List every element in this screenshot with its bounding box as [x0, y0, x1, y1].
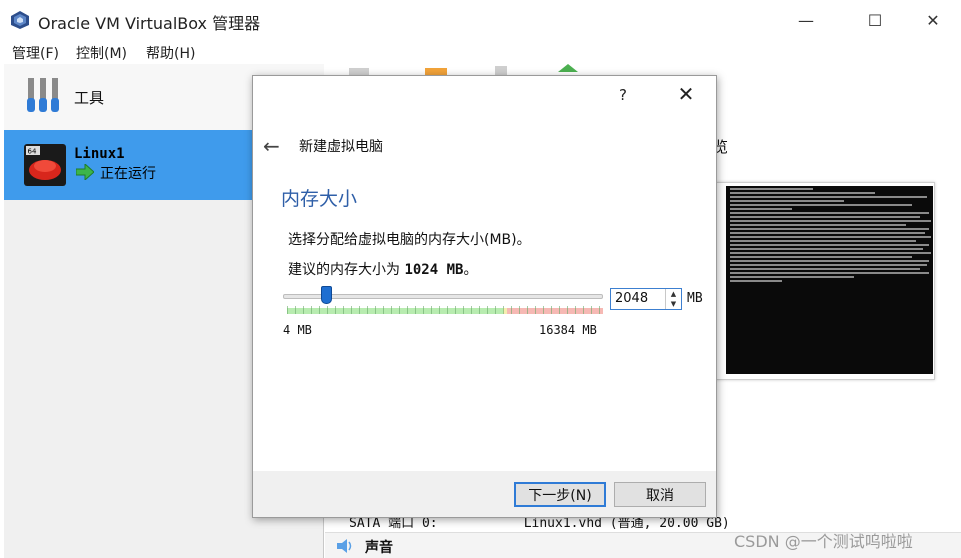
linux-os-icon: 64: [24, 144, 66, 186]
dialog-body: ← 新建虚拟电脑 内存大小 选择分配给虚拟电脑的内存大小(MB)。 建议的内存大…: [253, 116, 716, 471]
back-arrow-icon[interactable]: ←: [263, 134, 280, 158]
virtualbox-app-icon: [11, 11, 29, 29]
next-button[interactable]: 下一步(N): [514, 482, 606, 507]
help-button[interactable]: ?: [619, 86, 627, 104]
close-window-button[interactable]: ✕: [910, 6, 956, 34]
wizard-title: 新建虚拟电脑: [299, 139, 383, 155]
memory-max-label: 16384 MB: [539, 323, 597, 337]
dialog-footer: 下一步(N) 取消: [253, 471, 716, 517]
memory-size-spinbox[interactable]: 2048 ▲ ▼: [610, 288, 682, 310]
vm-status: 正在运行: [100, 166, 156, 182]
recommended-memory-value: 1024 MB: [404, 262, 464, 278]
tools-icon: [27, 78, 59, 112]
menu-help[interactable]: 帮助(H): [146, 43, 195, 63]
memory-slider-handle[interactable]: [321, 286, 332, 304]
memory-recommendation: 建议的内存大小为 1024 MB。: [288, 262, 478, 278]
arch-badge: 64: [28, 148, 37, 156]
speaker-icon: [337, 539, 352, 553]
minimize-button[interactable]: —: [783, 6, 829, 34]
dialog-close-button[interactable]: ✕: [673, 82, 699, 106]
cancel-button[interactable]: 取消: [614, 482, 706, 507]
memory-size-heading: 内存大小: [281, 188, 358, 210]
vm-preview: [715, 182, 935, 380]
title-bar: Oracle VM VirtualBox 管理器 — ☐ ✕: [0, 0, 961, 40]
menu-bar: 管理(F) 控制(M) 帮助(H): [0, 40, 961, 64]
audio-label: 声音: [365, 540, 393, 556]
running-arrow-icon: [76, 164, 94, 180]
vm-name: Linux1: [74, 146, 125, 162]
spinbox-buttons: ▲ ▼: [665, 289, 681, 309]
memory-slider-ticks: [287, 306, 603, 314]
csdn-watermark: CSDN @一个测试呜啦啦: [734, 532, 913, 551]
vm-preview-screen: [726, 186, 933, 374]
tools-label: 工具: [74, 89, 105, 107]
dialog-title-bar: ? ✕: [253, 76, 716, 116]
window-title: Oracle VM VirtualBox 管理器: [38, 14, 261, 33]
memory-description: 选择分配给虚拟电脑的内存大小(MB)。: [288, 232, 531, 248]
menu-control[interactable]: 控制(M): [76, 43, 127, 63]
spin-up-icon[interactable]: ▲: [666, 289, 681, 299]
memory-unit-label: MB: [687, 291, 703, 306]
memory-min-label: 4 MB: [283, 323, 312, 337]
spin-down-icon[interactable]: ▼: [666, 299, 681, 309]
menu-manage[interactable]: 管理(F): [12, 43, 59, 63]
memory-size-value[interactable]: 2048: [615, 291, 648, 306]
maximize-button[interactable]: ☐: [852, 6, 898, 34]
new-vm-wizard-dialog: ? ✕ ← 新建虚拟电脑 内存大小 选择分配给虚拟电脑的内存大小(MB)。 建议…: [252, 75, 717, 518]
